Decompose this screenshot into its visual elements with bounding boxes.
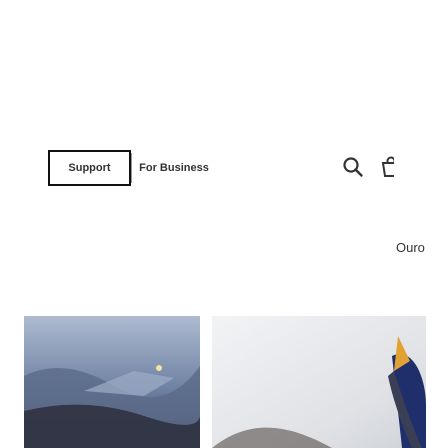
nav-support-label: Support	[68, 162, 111, 174]
nav-business-label: For Business	[139, 162, 209, 174]
shopping-bag-icon[interactable]	[380, 156, 394, 178]
promo-image-right[interactable]	[212, 316, 426, 448]
gold-label: Ouro	[396, 240, 425, 255]
nav-business-link[interactable]: For Business	[132, 150, 216, 186]
search-icon[interactable]	[342, 156, 364, 178]
nav-support-link[interactable]: Support	[48, 150, 131, 186]
promo-image-left[interactable]	[24, 316, 200, 448]
